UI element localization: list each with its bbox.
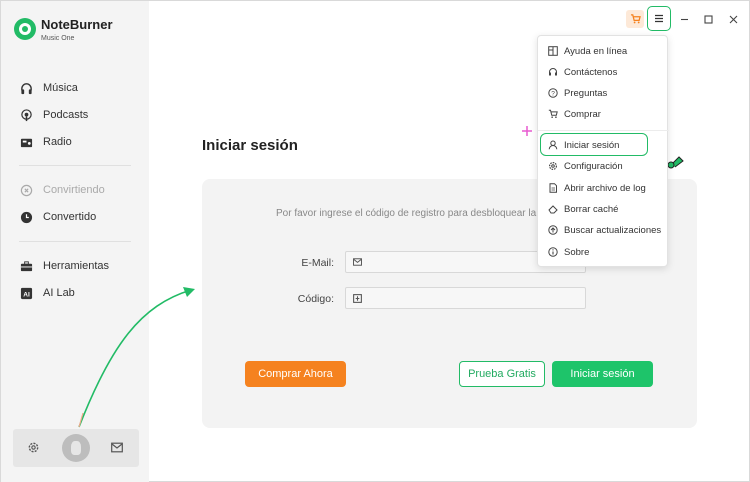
key-icon [353, 293, 362, 303]
sidebar-item-label: Convertido [43, 211, 97, 223]
menu-item-log[interactable]: Abrir archivo de log [548, 181, 646, 195]
info-icon [548, 247, 558, 257]
menu-item-preguntas[interactable]: ? Preguntas [548, 86, 607, 100]
file-icon [548, 183, 558, 193]
sidebar-divider [19, 165, 131, 166]
question-icon: ? [548, 88, 558, 98]
svg-text:?: ? [551, 91, 555, 98]
buy-now-button[interactable]: Comprar Ahora [245, 361, 346, 387]
hamburger-icon [654, 14, 664, 23]
sidebar-divider [19, 241, 131, 242]
code-label: Código: [297, 293, 334, 305]
update-icon [548, 225, 558, 235]
radio-icon [19, 135, 33, 149]
eraser-icon [548, 204, 558, 214]
main-menu-dropdown: Ayuda en línea Contáctenos ? Preguntas C… [537, 35, 669, 267]
settings-gear-icon[interactable] [27, 441, 40, 454]
sidebar-item-label: Radio [43, 136, 72, 148]
menu-item-ayuda[interactable]: Ayuda en línea [548, 44, 627, 58]
menu-item-comprar[interactable]: Comprar [548, 107, 601, 121]
maximize-button[interactable] [701, 7, 715, 31]
menu-item-sobre[interactable]: Sobre [548, 245, 589, 259]
app-name: NoteBurner [41, 17, 113, 32]
sparkle-decoration [522, 126, 532, 136]
sidebar-item-label: Herramientas [43, 260, 110, 272]
maximize-icon [703, 14, 713, 24]
mail-icon [353, 258, 362, 266]
app-window: NoteBurner Music One Música Podcasts Rad… [0, 0, 750, 482]
sidebar-item-label: Podcasts [43, 109, 89, 121]
cart-icon [630, 14, 641, 24]
menu-divider [538, 130, 669, 131]
music-note-decoration [667, 156, 684, 169]
email-label: E-Mail: [301, 257, 334, 269]
headset-icon [548, 67, 558, 77]
menu-item-actualizaciones[interactable]: Buscar actualizaciones [548, 223, 661, 237]
sidebar-item-herramientas[interactable]: Herramientas [19, 258, 109, 274]
podcast-icon [19, 108, 33, 122]
headphones-icon [19, 81, 33, 95]
gear-icon [548, 161, 558, 171]
sidebar-item-convertido[interactable]: Convertido [19, 209, 96, 225]
menu-item-label: Comprar [564, 108, 601, 120]
login-button[interactable]: Iniciar sesión [552, 361, 653, 387]
clock-icon [19, 210, 33, 224]
menu-item-label: Buscar actualizaciones [564, 224, 662, 236]
sidebar-item-musica[interactable]: Música [19, 80, 78, 96]
menu-item-label: Abrir archivo de log [564, 182, 646, 194]
close-button[interactable] [726, 7, 740, 31]
converting-icon [19, 183, 33, 197]
menu-item-label: Configuración [564, 160, 623, 172]
user-icon [548, 140, 558, 150]
sidebar-item-label: Música [43, 82, 78, 94]
menu-item-label: Sobre [564, 246, 590, 258]
avatar[interactable] [62, 434, 90, 462]
menu-button[interactable] [647, 6, 671, 31]
mail-icon[interactable] [111, 442, 123, 453]
menu-item-label: Iniciar sesión [564, 139, 620, 151]
sidebar-item-convirtiendo[interactable]: Convirtiendo [19, 182, 105, 198]
page-title: Iniciar sesión [202, 137, 298, 154]
svg-text:AI: AI [23, 291, 30, 298]
menu-item-iniciar-sesion[interactable]: Iniciar sesión [548, 138, 619, 152]
menu-item-label: Borrar caché [564, 203, 619, 215]
cart-button[interactable] [626, 10, 644, 28]
menu-item-contacto[interactable]: Contáctenos [548, 65, 617, 79]
help-book-icon [548, 46, 558, 56]
sidebar-item-podcasts[interactable]: Podcasts [19, 107, 88, 123]
toolbox-icon [19, 259, 33, 273]
menu-item-label: Ayuda en línea [564, 45, 628, 57]
cart-icon [548, 109, 558, 119]
arrow-decoration [78, 287, 195, 428]
sidebar-item-radio[interactable]: Radio [19, 134, 72, 150]
ai-icon: AI [19, 286, 33, 300]
app-subtitle: Music One [41, 35, 75, 42]
minimize-icon [680, 15, 689, 24]
code-field[interactable] [345, 287, 586, 309]
menu-item-borrar-cache[interactable]: Borrar caché [548, 202, 618, 216]
menu-item-configuracion[interactable]: Configuración [548, 159, 623, 173]
menu-item-label: Preguntas [564, 87, 608, 99]
sidebar-item-label: Convirtiendo [43, 184, 105, 196]
close-icon [729, 15, 738, 24]
sidebar-item-ai-lab[interactable]: AI AI Lab [19, 285, 75, 301]
minimize-button[interactable] [677, 7, 691, 31]
noteburner-logo [14, 18, 36, 40]
free-trial-button[interactable]: Prueba Gratis [459, 361, 545, 387]
menu-item-label: Contáctenos [564, 66, 618, 78]
